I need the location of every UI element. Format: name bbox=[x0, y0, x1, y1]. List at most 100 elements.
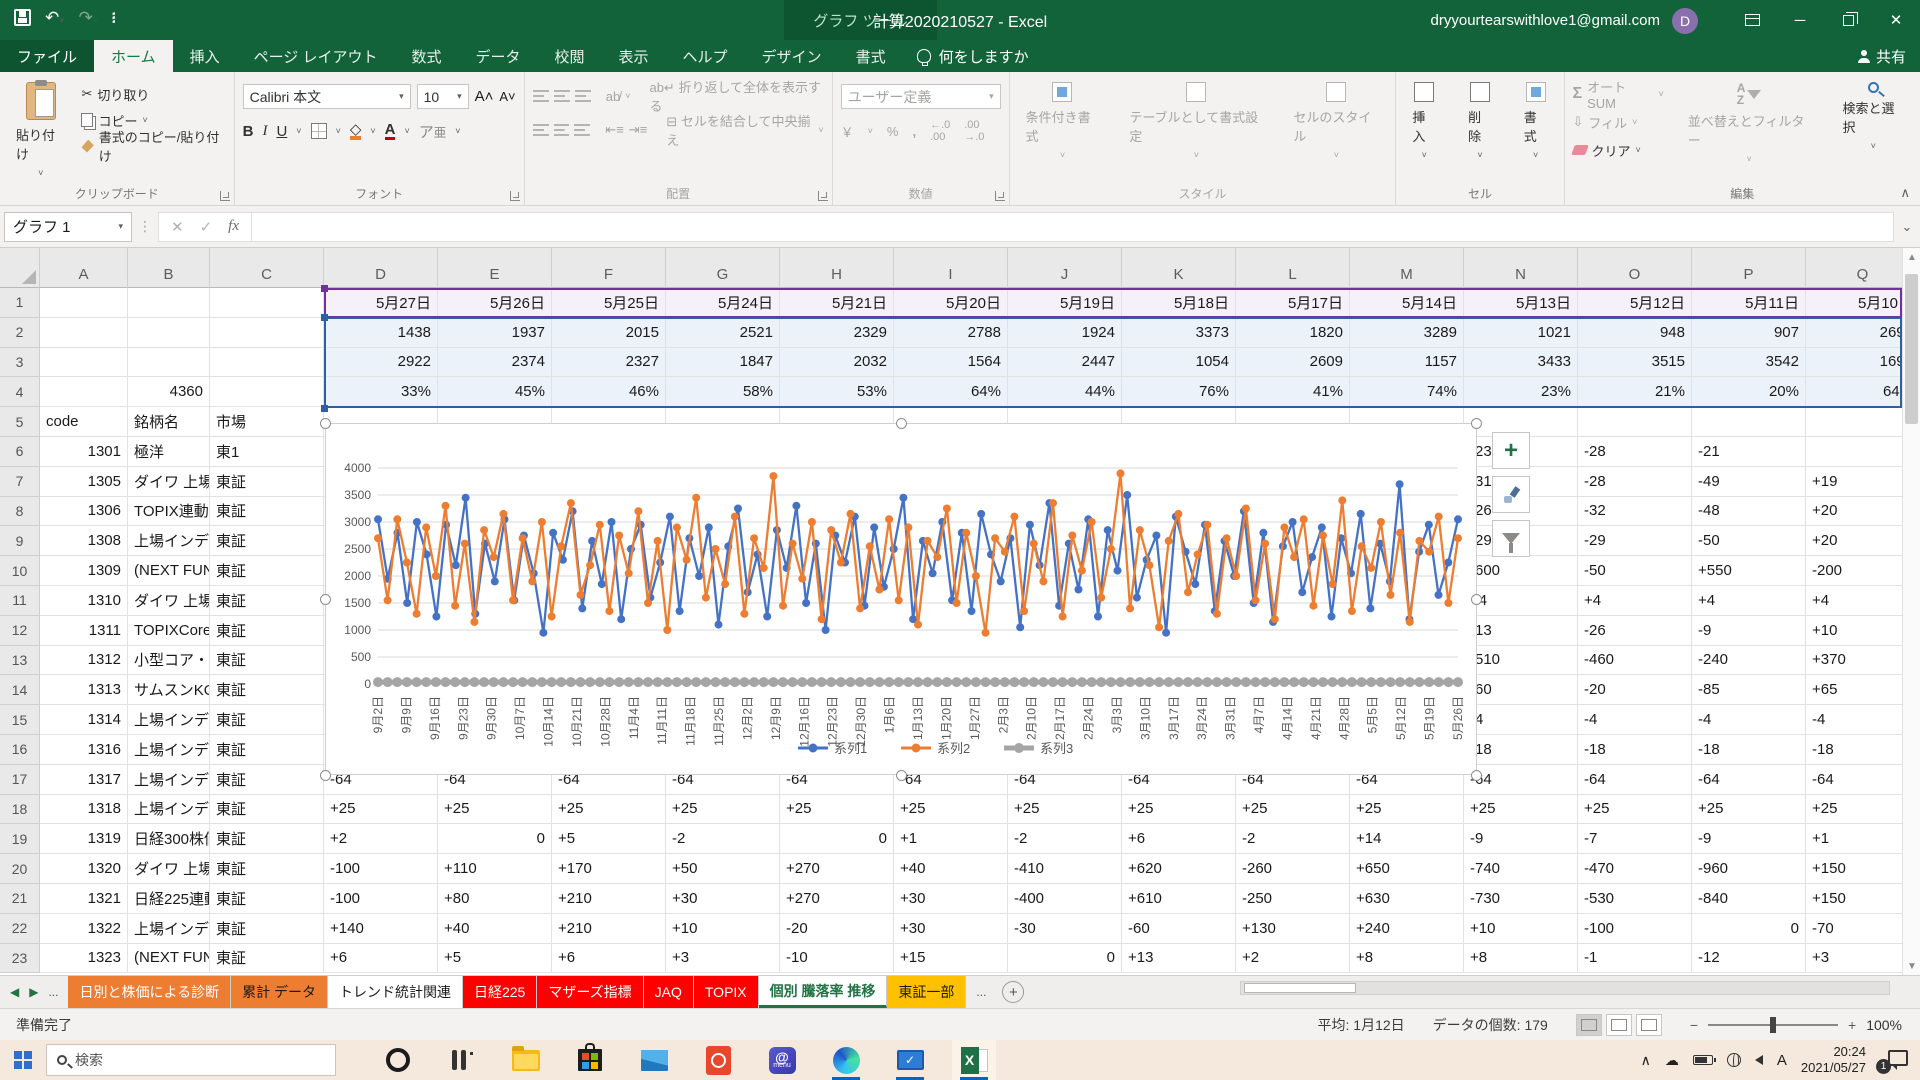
cell-N20[interactable]: -740 bbox=[1464, 854, 1578, 884]
zoom-in-icon[interactable]: + bbox=[1848, 1017, 1856, 1033]
paste-button[interactable]: 貼り付け˅ bbox=[8, 78, 73, 183]
cell-L22[interactable]: +130 bbox=[1236, 914, 1350, 944]
chart-handle[interactable] bbox=[1471, 418, 1482, 429]
cell-I3[interactable]: 1564 bbox=[894, 348, 1008, 378]
cell-P18[interactable]: +25 bbox=[1692, 795, 1806, 825]
cell-H20[interactable]: +270 bbox=[780, 854, 894, 884]
cell-F22[interactable]: +210 bbox=[552, 914, 666, 944]
cell-O19[interactable]: -7 bbox=[1578, 824, 1692, 854]
cell-C5[interactable]: 市場 bbox=[210, 407, 324, 437]
cell-P1[interactable]: 5月11日 bbox=[1692, 288, 1806, 318]
cell-Q21[interactable]: +150 bbox=[1806, 884, 1902, 914]
col-header-L[interactable]: L bbox=[1236, 248, 1350, 288]
sheet-ellipsis[interactable]: ... bbox=[48, 985, 58, 999]
cell-P7[interactable]: -49 bbox=[1692, 467, 1806, 497]
atmenu-app-icon[interactable]: @menu bbox=[760, 1040, 804, 1080]
borders-button[interactable] bbox=[311, 123, 327, 139]
cell-G3[interactable]: 1847 bbox=[666, 348, 780, 378]
cell-L3[interactable]: 2609 bbox=[1236, 348, 1350, 378]
cell-D3[interactable]: 2922 bbox=[324, 348, 438, 378]
cell-O12[interactable]: -26 bbox=[1578, 616, 1692, 646]
cell-J23[interactable]: 0 bbox=[1008, 944, 1122, 974]
cell-K1[interactable]: 5月18日 bbox=[1122, 288, 1236, 318]
cell-B7[interactable]: ダイワ 上場 bbox=[128, 467, 210, 497]
cell-N10[interactable]: -600 bbox=[1464, 556, 1578, 586]
cell-B23[interactable]: (NEXT FUNDS) bbox=[128, 944, 210, 974]
cell-H19[interactable]: 0 bbox=[780, 824, 894, 854]
cell-O17[interactable]: -64 bbox=[1578, 765, 1692, 795]
mail-icon[interactable] bbox=[632, 1040, 676, 1080]
row-header-18[interactable]: 18 bbox=[0, 795, 40, 825]
range-handle[interactable] bbox=[321, 285, 328, 292]
increase-indent-icon[interactable]: ⇥≡ bbox=[629, 122, 647, 138]
cell-C15[interactable]: 東証 bbox=[210, 705, 324, 735]
insert-function-icon[interactable]: fx bbox=[228, 218, 239, 235]
col-header-H[interactable]: H bbox=[780, 248, 894, 288]
cell-A19[interactable]: 1319 bbox=[40, 824, 128, 854]
cell-H3[interactable]: 2032 bbox=[780, 348, 894, 378]
grow-font-button[interactable]: A˄ bbox=[475, 88, 494, 105]
cell-F18[interactable]: +25 bbox=[552, 795, 666, 825]
cell-Q3[interactable]: 1690 bbox=[1806, 348, 1902, 378]
cell-A7[interactable]: 1305 bbox=[40, 467, 128, 497]
cell-O13[interactable]: -460 bbox=[1578, 646, 1692, 676]
cell-D22[interactable]: +140 bbox=[324, 914, 438, 944]
col-header-C[interactable]: C bbox=[210, 248, 324, 288]
italic-button[interactable]: I bbox=[262, 123, 267, 140]
row-header-2[interactable]: 2 bbox=[0, 318, 40, 348]
cell-Q14[interactable]: +65 bbox=[1806, 675, 1902, 705]
cell-C14[interactable]: 東証 bbox=[210, 675, 324, 705]
cut-button[interactable]: ✂切り取り bbox=[81, 82, 225, 106]
cell-M19[interactable]: +14 bbox=[1350, 824, 1464, 854]
cell-I2[interactable]: 2788 bbox=[894, 318, 1008, 348]
cell-E3[interactable]: 2374 bbox=[438, 348, 552, 378]
cell-G4[interactable]: 58% bbox=[666, 377, 780, 407]
cell-C22[interactable]: 東証 bbox=[210, 914, 324, 944]
enter-icon[interactable]: ✓ bbox=[200, 218, 213, 236]
cell-N14[interactable]: -60 bbox=[1464, 675, 1578, 705]
cell-J4[interactable]: 44% bbox=[1008, 377, 1122, 407]
cell-A15[interactable]: 1314 bbox=[40, 705, 128, 735]
align-top-icon[interactable] bbox=[533, 90, 549, 103]
shrink-font-button[interactable]: A˅ bbox=[499, 89, 515, 104]
cell-O5[interactable] bbox=[1578, 407, 1692, 437]
taskbar-search-input[interactable]: 検索 bbox=[46, 1044, 336, 1076]
clear-button[interactable]: クリア˅ bbox=[1573, 138, 1664, 162]
row-header-11[interactable]: 11 bbox=[0, 586, 40, 616]
cell-Q8[interactable]: +20 bbox=[1806, 497, 1902, 527]
vertical-scroll-thumb[interactable] bbox=[1905, 274, 1918, 424]
sheet-tab-日経225[interactable]: 日経225 bbox=[463, 976, 537, 1008]
tab-file[interactable]: ファイル bbox=[0, 40, 94, 72]
cell-D1[interactable]: 5月27日 bbox=[324, 288, 438, 318]
cell-K4[interactable]: 76% bbox=[1122, 377, 1236, 407]
orientation-icon[interactable]: ab̸ bbox=[606, 89, 620, 104]
cell-B11[interactable]: ダイワ 上場 bbox=[128, 586, 210, 616]
cell-D21[interactable]: -100 bbox=[324, 884, 438, 914]
cell-A6[interactable]: 1301 bbox=[40, 437, 128, 467]
cell-C17[interactable]: 東証 bbox=[210, 765, 324, 795]
stock-chart[interactable]: 050010001500200025003000350040009月2日9月9日… bbox=[325, 423, 1477, 775]
scroll-up-icon[interactable]: ▲ bbox=[1903, 248, 1920, 266]
chart-plot[interactable]: 050010001500200025003000350040009月2日9月9日… bbox=[326, 424, 1476, 774]
cell-A23[interactable]: 1323 bbox=[40, 944, 128, 974]
cell-D18[interactable]: +25 bbox=[324, 795, 438, 825]
cell-N17[interactable]: -64 bbox=[1464, 765, 1578, 795]
cell-A16[interactable]: 1316 bbox=[40, 735, 128, 765]
cell-N21[interactable]: -730 bbox=[1464, 884, 1578, 914]
autosum-button[interactable]: Σオート SUM˅ bbox=[1573, 82, 1664, 106]
sheet-tab-累計 データ[interactable]: 累計 データ bbox=[231, 976, 328, 1008]
cell-N2[interactable]: 1021 bbox=[1464, 318, 1578, 348]
cell-Q5[interactable] bbox=[1806, 407, 1902, 437]
cell-O21[interactable]: -530 bbox=[1578, 884, 1692, 914]
cell-N22[interactable]: +10 bbox=[1464, 914, 1578, 944]
insert-cells-button[interactable]: 挿入˅ bbox=[1404, 78, 1444, 183]
col-header-A[interactable]: A bbox=[40, 248, 128, 288]
cell-Q18[interactable]: +25 bbox=[1806, 795, 1902, 825]
row-header-14[interactable]: 14 bbox=[0, 675, 40, 705]
cell-A11[interactable]: 1310 bbox=[40, 586, 128, 616]
sheet-tab-トレンド統計関連[interactable]: トレンド統計関連 bbox=[328, 976, 463, 1008]
cell-A8[interactable]: 1306 bbox=[40, 497, 128, 527]
cell-J1[interactable]: 5月19日 bbox=[1008, 288, 1122, 318]
cell-B21[interactable]: 日経225連動 bbox=[128, 884, 210, 914]
cell-Q22[interactable]: -70 bbox=[1806, 914, 1902, 944]
